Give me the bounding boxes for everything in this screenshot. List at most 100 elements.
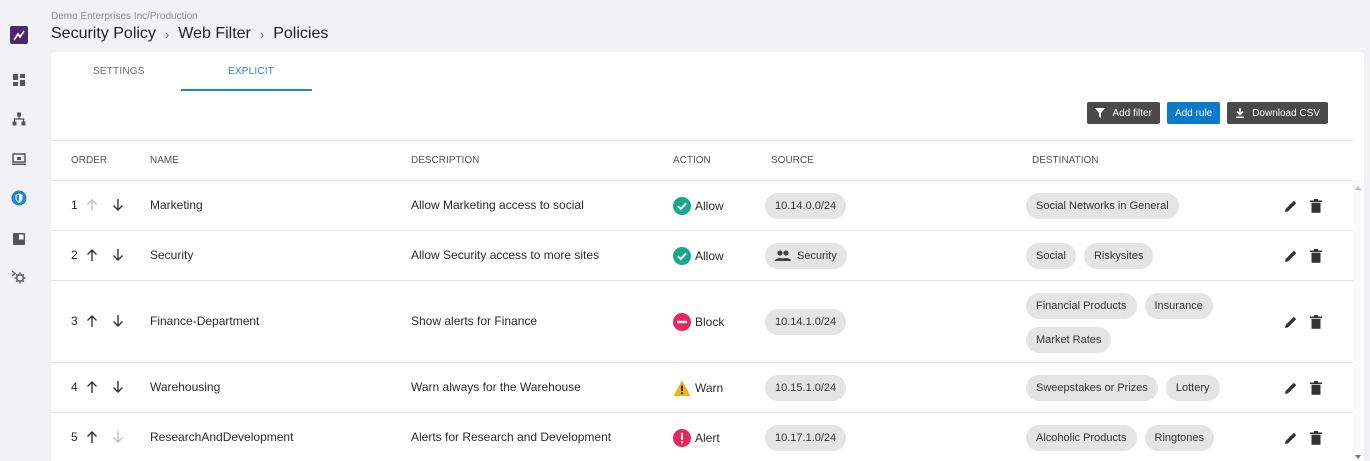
nav-reports[interactable] <box>0 232 38 246</box>
destination-list: Social Networks in General <box>1026 193 1226 219</box>
active-tab-indicator <box>181 89 312 91</box>
arrow-down-icon[interactable] <box>111 380 125 394</box>
destination-chip[interactable]: Ringtones <box>1144 425 1215 451</box>
table-row[interactable]: 2 Security Allow Security access to more… <box>51 231 1353 281</box>
row-actions <box>1284 381 1322 395</box>
column-action[interactable]: ACTION <box>673 155 711 166</box>
table-row[interactable]: 4 Warehousing Warn always for the Wareho… <box>51 363 1353 413</box>
delete-trash-icon[interactable] <box>1310 381 1322 395</box>
move-up-button[interactable] <box>85 430 99 444</box>
rule-name[interactable]: Marketing <box>150 198 203 212</box>
column-source[interactable]: SOURCE <box>771 155 814 166</box>
rule-name[interactable]: Security <box>150 248 193 262</box>
delete-trash-icon[interactable] <box>1310 199 1322 213</box>
source-label: 10.14.0.0/24 <box>775 200 837 212</box>
arrow-up-icon[interactable] <box>85 430 99 444</box>
edit-pencil-icon[interactable] <box>1284 315 1298 329</box>
nav-settings[interactable] <box>0 269 38 285</box>
destination-chip[interactable]: Insurance <box>1144 293 1213 319</box>
download-csv-button[interactable]: Download CSV <box>1227 102 1328 124</box>
breadcrumb-security-policy[interactable]: Security Policy <box>51 25 156 43</box>
table-scrollbar[interactable] <box>1353 181 1364 461</box>
rule-name[interactable]: Finance-Department <box>150 314 259 328</box>
destination-chip[interactable]: Sweepstakes or Prizes <box>1026 375 1158 401</box>
arrow-up-icon[interactable] <box>85 248 99 262</box>
table-row[interactable]: 1 Marketing Allow Marketing access to so… <box>51 181 1353 231</box>
move-down-button <box>111 430 125 444</box>
scroll-down-icon[interactable] <box>1355 455 1361 459</box>
action-label: Block <box>695 315 725 329</box>
order-number: 1 <box>71 198 78 212</box>
rule-description: Show alerts for Finance <box>411 314 538 328</box>
arrow-up-icon[interactable] <box>85 314 99 328</box>
destination-chip[interactable]: Riskysites <box>1083 243 1154 269</box>
edit-pencil-icon[interactable] <box>1284 249 1298 263</box>
destination-chip[interactable]: Lottery <box>1165 375 1220 401</box>
row-actions <box>1284 431 1322 445</box>
source-chip[interactable]: 10.14.1.0/24 <box>765 309 847 335</box>
delete-trash-icon[interactable] <box>1310 431 1322 445</box>
source-chip[interactable]: 10.15.1.0/24 <box>765 375 847 401</box>
rule-name[interactable]: Warehousing <box>150 380 220 394</box>
add-rule-button[interactable]: Add rule <box>1166 102 1221 124</box>
add-filter-button[interactable]: Add filter <box>1087 102 1160 124</box>
column-description[interactable]: DESCRIPTION <box>411 155 479 166</box>
tab-settings[interactable]: SETTINGS <box>93 66 145 77</box>
destination-list: Sweepstakes or Prizes Lottery <box>1026 375 1226 401</box>
move-up-button[interactable] <box>85 314 99 328</box>
destination-chip[interactable]: Alcoholic Products <box>1026 425 1137 451</box>
arrow-down-icon[interactable] <box>111 314 125 328</box>
network-icon <box>12 112 26 126</box>
arrow-down-icon[interactable] <box>111 248 125 262</box>
nav-devices[interactable] <box>0 152 38 166</box>
edit-pencil-icon[interactable] <box>1284 431 1298 445</box>
arrow-down-icon[interactable] <box>111 198 125 212</box>
move-down-button[interactable] <box>111 314 125 328</box>
nav-network[interactable] <box>0 112 38 126</box>
destination-chip[interactable]: Social <box>1026 243 1076 269</box>
security-shield-icon <box>11 190 27 206</box>
order-number: 2 <box>71 248 78 262</box>
move-down-button[interactable] <box>111 380 125 394</box>
source-label: 10.17.1.0/24 <box>775 432 837 444</box>
source-chip[interactable]: Security <box>765 243 847 269</box>
nav-dashboard[interactable] <box>0 73 38 87</box>
destination-cell: Social Riskysites <box>1026 243 1226 269</box>
action-label: Warn <box>695 381 724 395</box>
move-down-button[interactable] <box>111 248 125 262</box>
settings-icon <box>11 270 26 284</box>
column-order[interactable]: ORDER <box>71 155 107 166</box>
delete-trash-icon[interactable] <box>1310 249 1322 263</box>
table-row[interactable]: 5 ResearchAndDevelopment Alerts for Rese… <box>51 413 1353 461</box>
app-logo[interactable] <box>10 26 28 44</box>
scroll-up-icon[interactable] <box>1355 186 1361 190</box>
devices-icon <box>12 153 26 165</box>
destination-chip[interactable]: Financial Products <box>1026 293 1137 319</box>
column-name[interactable]: NAME <box>150 155 179 166</box>
edit-pencil-icon[interactable] <box>1284 381 1298 395</box>
source-chip[interactable]: 10.14.0.0/24 <box>765 193 847 219</box>
destination-chip[interactable]: Market Rates <box>1026 327 1112 353</box>
tab-explicit[interactable]: EXPLICIT <box>228 66 274 77</box>
rule-action: Alert <box>673 428 720 448</box>
source-chip[interactable]: 10.17.1.0/24 <box>765 425 847 451</box>
move-up-button[interactable] <box>85 248 99 262</box>
breadcrumb-web-filter[interactable]: Web Filter <box>178 25 251 43</box>
breadcrumb-separator: › <box>259 26 265 42</box>
move-down-button[interactable] <box>111 198 125 212</box>
order-cell: 2 <box>71 248 125 262</box>
reports-icon <box>13 233 25 245</box>
destination-cell: Financial Products Insurance Market Rates <box>1026 293 1226 353</box>
column-destination[interactable]: DESTINATION <box>1032 155 1098 166</box>
arrow-up-icon[interactable] <box>85 380 99 394</box>
nav-security[interactable] <box>0 190 38 206</box>
edit-pencil-icon[interactable] <box>1284 199 1298 213</box>
order-cell: 4 <box>71 380 125 394</box>
delete-trash-icon[interactable] <box>1310 315 1322 329</box>
rule-name[interactable]: ResearchAndDevelopment <box>150 430 293 444</box>
destination-chip[interactable]: Social Networks in General <box>1026 193 1179 219</box>
table-row[interactable]: 3 Finance-Department Show alerts for Fin… <box>51 281 1353 363</box>
breadcrumb-separator: › <box>164 26 170 42</box>
move-up-button[interactable] <box>85 380 99 394</box>
rule-action: Warn <box>673 378 723 398</box>
